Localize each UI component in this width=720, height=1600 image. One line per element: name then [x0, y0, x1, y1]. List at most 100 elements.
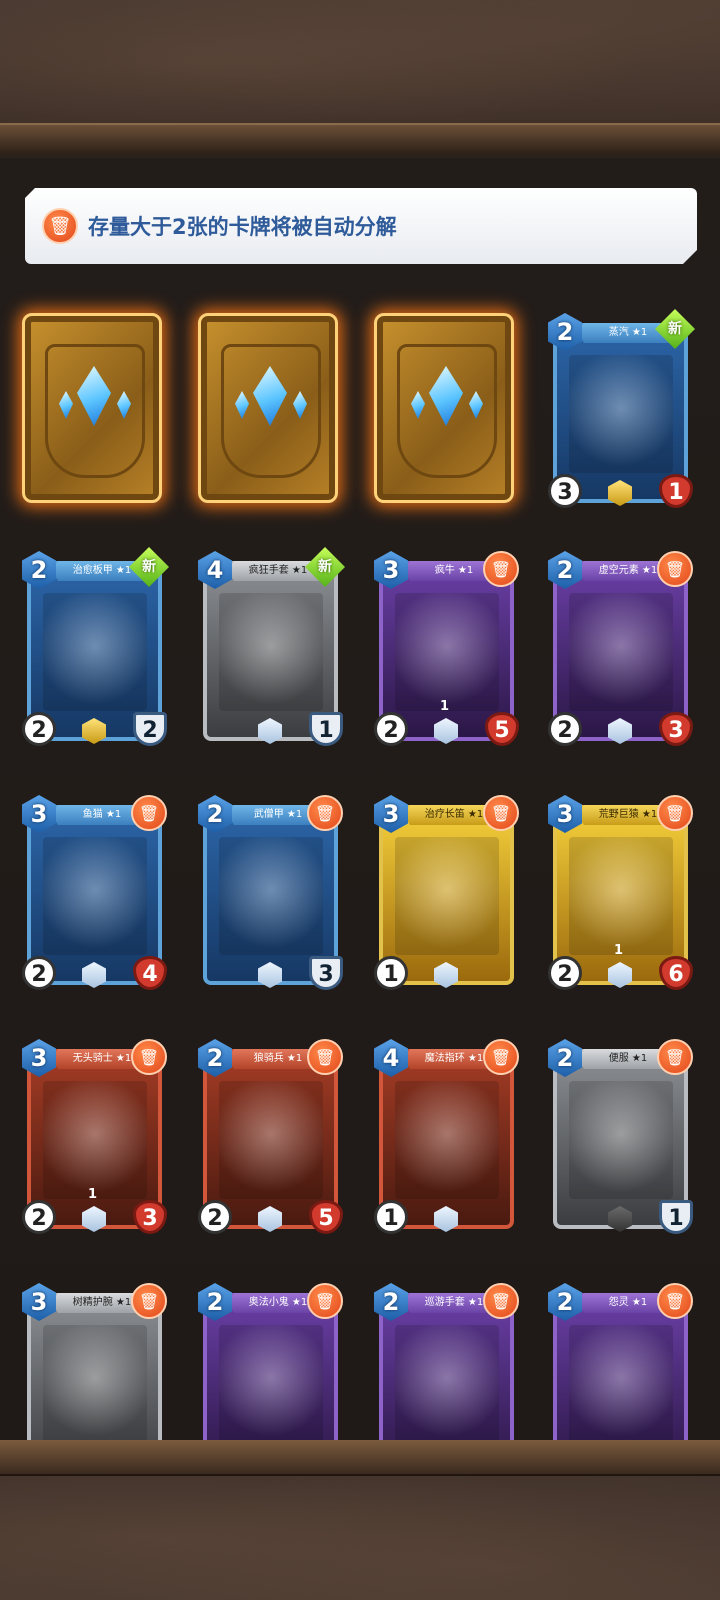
trash-icon[interactable]: 🗑 [483, 1283, 519, 1319]
card-back-face [374, 313, 514, 503]
trash-icon[interactable]: 🗑 [131, 1039, 167, 1075]
card-face: 疯牛 ★1 3 2 5 1 🗑 [374, 551, 519, 746]
wooden-top-border [0, 0, 720, 155]
collection-card[interactable]: 奥法小鬼 ★1 2 🗑 [198, 1283, 343, 1440]
health-stat: 3 [133, 1200, 167, 1234]
trash-icon[interactable]: 🗑 [657, 551, 693, 587]
collection-card[interactable]: 鱼猫 ★1 3 2 4 🗑 [22, 795, 167, 990]
card-art [395, 837, 499, 955]
collection-card[interactable]: 便服 ★1 2 1 🗑 [548, 1039, 693, 1234]
card-back-face [22, 313, 162, 503]
health-stat: 4 [133, 956, 167, 990]
trash-icon[interactable]: 🗑 [657, 1283, 693, 1319]
ability-count: 1 [88, 1187, 98, 1202]
auto-decompose-notice: 🗑 存量大于2张的卡牌将被自动分解 [25, 188, 697, 264]
card-face: 便服 ★1 2 1 🗑 [548, 1039, 693, 1234]
ability-count: 1 [440, 699, 450, 714]
card-face: 巡游手套 ★1 2 🗑 [374, 1283, 519, 1440]
collection-card[interactable]: 治疗长笛 ★1 3 1 🗑 [374, 795, 519, 990]
collection-card[interactable]: 蒸汽 ★1 2 3 1 新 [548, 309, 695, 508]
collection-card[interactable]: 疯牛 ★1 3 2 5 1 🗑 [374, 551, 519, 746]
attack-stat: 2 [22, 956, 56, 990]
wooden-bottom-border [0, 1440, 720, 1600]
attack-stat: 2 [548, 712, 582, 746]
health-stat: 3 [309, 956, 343, 990]
crystal-icon [253, 366, 287, 426]
card-back[interactable] [374, 313, 519, 508]
card-art [569, 355, 673, 473]
card-collection-panel[interactable]: 🗑 存量大于2张的卡牌将被自动分解 蒸汽 ★1 2 3 1 新治愈板甲 ★1 2 2 2 新疯狂… [0, 158, 720, 1440]
attack-stat: 2 [22, 1200, 56, 1234]
attack-stat: 3 [548, 474, 582, 508]
crystal-icon [411, 391, 425, 419]
crystal-icon [429, 366, 463, 426]
card-face: 狼骑兵 ★1 2 2 5 🗑 [198, 1039, 343, 1234]
health-stat: 1 [309, 712, 343, 746]
collection-card[interactable]: 虚空元素 ★1 2 2 3 🗑 [548, 551, 693, 746]
trash-icon[interactable]: 🗑 [483, 795, 519, 831]
card-art [219, 1325, 323, 1440]
crystal-icon [293, 391, 307, 419]
crystal-icon [117, 391, 131, 419]
attack-stat: 1 [374, 1200, 408, 1234]
card-face: 鱼猫 ★1 3 2 4 🗑 [22, 795, 167, 990]
card-face: 虚空元素 ★1 2 2 3 🗑 [548, 551, 693, 746]
card-art [569, 593, 673, 711]
crystal-icon [59, 391, 73, 419]
card-face: 治疗长笛 ★1 3 1 🗑 [374, 795, 519, 990]
trash-icon[interactable]: 🗑 [307, 795, 343, 831]
trash-icon[interactable]: 🗑 [657, 795, 693, 831]
collection-card[interactable]: 无头骑士 ★1 3 2 3 1 🗑 [22, 1039, 167, 1234]
card-face: 无头骑士 ★1 3 2 3 1 🗑 [22, 1039, 167, 1234]
trash-icon[interactable]: 🗑 [307, 1283, 343, 1319]
card-art [569, 1081, 673, 1199]
collection-card[interactable]: 疯狂手套 ★1 4 1 新 [198, 547, 345, 746]
card-art [395, 1325, 499, 1440]
card-face: 奥法小鬼 ★1 2 🗑 [198, 1283, 343, 1440]
card-face: 治愈板甲 ★1 2 2 2 新 [22, 547, 169, 746]
card-face: 疯狂手套 ★1 4 1 新 [198, 547, 345, 746]
trash-icon[interactable]: 🗑 [131, 795, 167, 831]
health-stat: 1 [659, 474, 693, 508]
card-face: 蒸汽 ★1 2 3 1 新 [548, 309, 695, 508]
card-art [43, 837, 147, 955]
card-back[interactable] [22, 313, 167, 508]
crystal-icon [77, 366, 111, 426]
card-face: 荒野巨猿 ★1 3 2 6 1 🗑 [548, 795, 693, 990]
collection-card[interactable]: 狼骑兵 ★1 2 2 5 🗑 [198, 1039, 343, 1234]
crystal-icon [469, 391, 483, 419]
attack-stat: 2 [198, 1200, 232, 1234]
collection-card[interactable]: 怨灵 ★1 2 🗑 [548, 1283, 693, 1440]
card-back[interactable] [198, 313, 343, 508]
health-stat: 3 [659, 712, 693, 746]
card-art [395, 593, 499, 711]
trash-icon[interactable]: 🗑 [483, 551, 519, 587]
ability-count: 1 [614, 943, 624, 958]
trash-icon[interactable]: 🗑 [131, 1283, 167, 1319]
attack-stat: 2 [548, 956, 582, 990]
card-art [43, 1325, 147, 1440]
card-art [219, 1081, 323, 1199]
collection-card[interactable]: 武僧甲 ★1 2 3 🗑 [198, 795, 343, 990]
attack-stat: 2 [22, 712, 56, 746]
health-stat: 5 [309, 1200, 343, 1234]
notice-text: 存量大于2张的卡牌将被自动分解 [88, 215, 397, 239]
card-face: 魔法指环 ★1 4 1 🗑 [374, 1039, 519, 1234]
health-stat: 5 [485, 712, 519, 746]
attack-stat: 2 [374, 712, 408, 746]
collection-card[interactable]: 巡游手套 ★1 2 🗑 [374, 1283, 519, 1440]
health-stat: 2 [133, 712, 167, 746]
card-art [219, 837, 323, 955]
collection-card[interactable]: 树精护腕 ★1 3 🗑 [22, 1283, 167, 1440]
collection-card[interactable]: 魔法指环 ★1 4 1 🗑 [374, 1039, 519, 1234]
card-art [43, 593, 147, 711]
trash-icon[interactable]: 🗑 [483, 1039, 519, 1075]
health-stat: 6 [659, 956, 693, 990]
card-art [569, 837, 673, 955]
collection-card[interactable]: 荒野巨猿 ★1 3 2 6 1 🗑 [548, 795, 693, 990]
card-back-face [198, 313, 338, 503]
trash-icon[interactable]: 🗑 [307, 1039, 343, 1075]
collection-card[interactable]: 治愈板甲 ★1 2 2 2 新 [22, 547, 169, 746]
card-art [219, 593, 323, 711]
trash-icon[interactable]: 🗑 [657, 1039, 693, 1075]
